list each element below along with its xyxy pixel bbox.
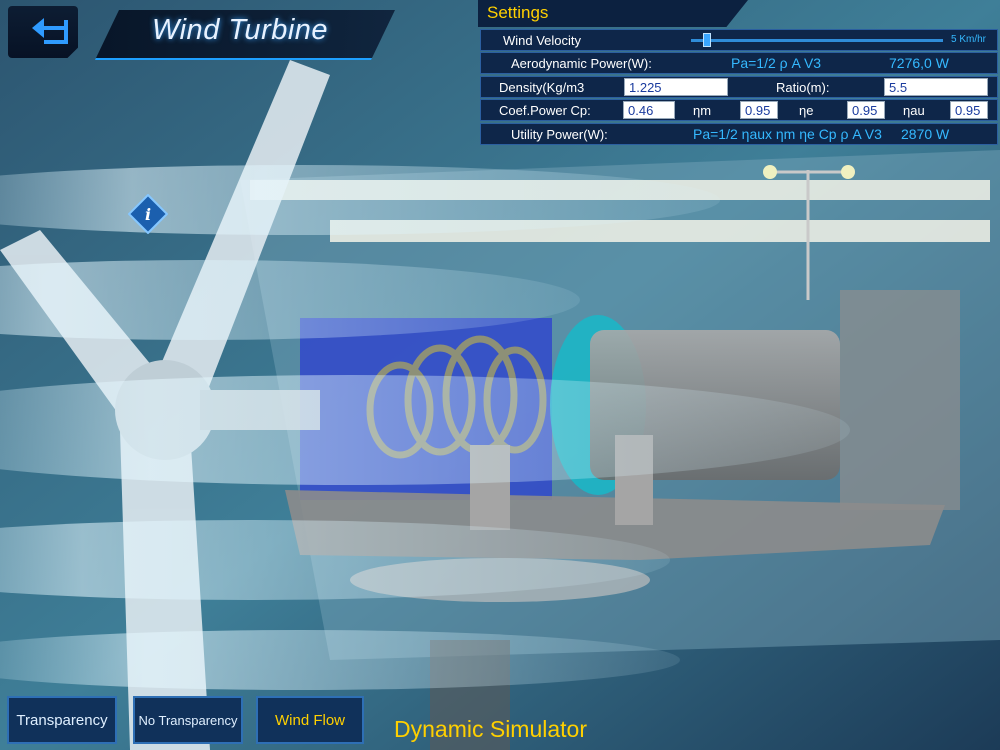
wind-velocity-label: Wind Velocity	[503, 33, 582, 48]
svg-text:i: i	[145, 205, 151, 224]
aero-power-formula: Pa=1/2 ρ A V3	[731, 55, 822, 71]
dynamic-simulator-label: Dynamic Simulator	[394, 716, 587, 742]
wind-velocity-slider-thumb[interactable]	[703, 33, 711, 47]
cp-field[interactable]: 0.46	[623, 101, 675, 119]
info-icon[interactable]: i	[128, 194, 168, 234]
back-button[interactable]	[8, 6, 78, 58]
ratio-field[interactable]: 5.5	[884, 78, 988, 96]
wind-flow-button[interactable]: Wind Flow	[256, 696, 364, 744]
utility-power-formula: Pa=1/2 ηaux ηm ηe Cp ρ A V3	[693, 126, 882, 142]
settings-panel: Settings Wind Velocity 5 Km/hr Aerodynam…	[478, 0, 1000, 146]
no-transparency-button[interactable]: No Transparency	[133, 696, 243, 744]
nau-field[interactable]: 0.95	[950, 101, 988, 119]
coef-row: Coef.Power Cp: 0.46 ηm 0.95 ηe 0.95 ηau …	[480, 99, 998, 121]
wind-velocity-value: 5 Km/hr	[951, 34, 987, 45]
aero-power-label: Aerodynamic Power(W):	[511, 56, 652, 71]
back-arrow-icon	[32, 18, 68, 44]
density-row: Density(Kg/m3 1.225 Ratio(m): 5.5	[480, 76, 998, 98]
aero-power-value: 7276,0 W	[889, 55, 949, 71]
settings-title: Settings	[487, 3, 549, 22]
utility-power-label: Utility Power(W):	[511, 127, 608, 142]
density-label: Density(Kg/m3	[499, 80, 585, 95]
wind-velocity-slider[interactable]	[691, 39, 943, 42]
density-field[interactable]: 1.225	[624, 78, 728, 96]
wind-velocity-row: Wind Velocity 5 Km/hr	[480, 29, 998, 51]
utility-power-row: Utility Power(W): Pa=1/2 ηaux ηm ηe Cp ρ…	[480, 123, 998, 145]
nm-field[interactable]: 0.95	[740, 101, 778, 119]
aero-power-row: Aerodynamic Power(W): Pa=1/2 ρ A V3 7276…	[480, 52, 998, 74]
ne-label: ηe	[799, 103, 814, 118]
ne-field[interactable]: 0.95	[847, 101, 885, 119]
transparency-button[interactable]: Transparency	[7, 696, 117, 744]
ratio-label: Ratio(m):	[776, 80, 830, 95]
settings-header: Settings	[478, 0, 748, 27]
nau-label: ηau	[903, 103, 925, 118]
nm-label: ηm	[693, 103, 712, 118]
coef-label: Coef.Power Cp:	[499, 103, 591, 118]
page-title: Wind Turbine	[152, 14, 329, 46]
utility-power-value: 2870 W	[901, 126, 950, 142]
